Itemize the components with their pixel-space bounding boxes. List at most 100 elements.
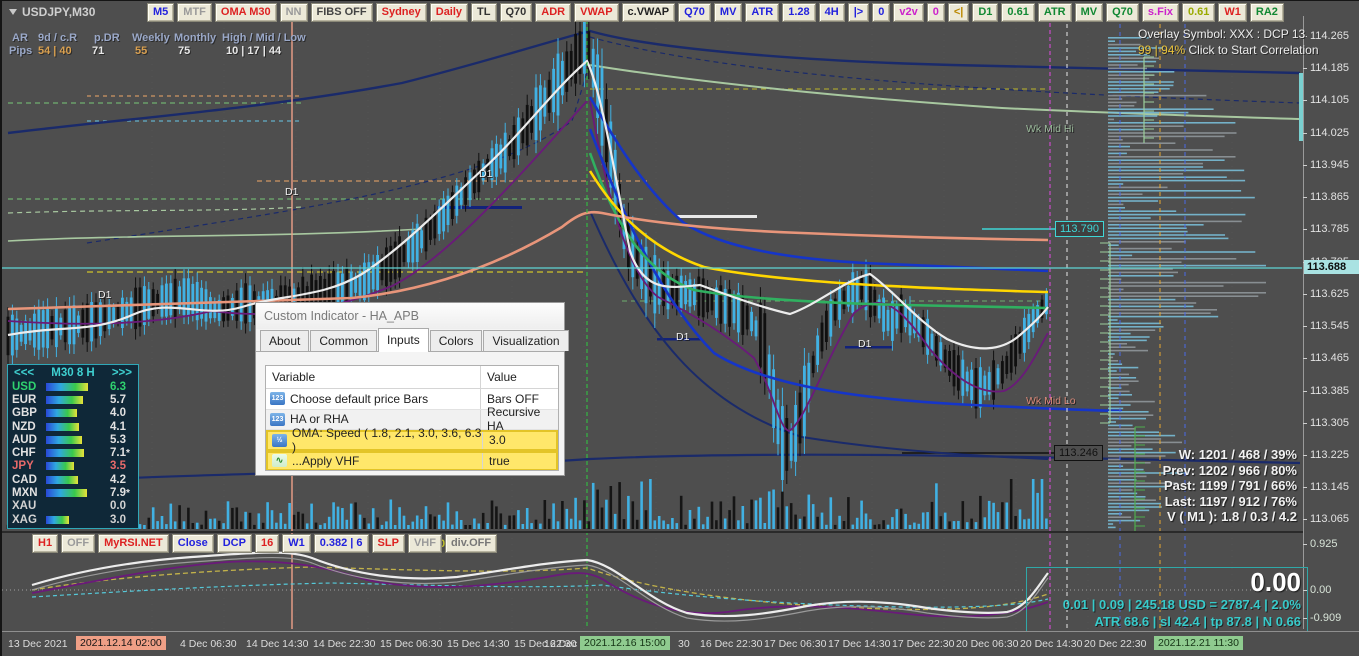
input-row-apply-vhf[interactable]: ∿ ...Apply VHF true [266, 450, 558, 470]
toolbar-button-q70[interactable]: Q70 [499, 3, 533, 22]
strength-bar [46, 382, 96, 391]
prev-period-button[interactable]: <<< [14, 367, 34, 379]
sub-toolbar-button-slp[interactable]: SLP [371, 534, 405, 553]
strength-bar [46, 489, 96, 498]
strength-value: 5.3 [110, 433, 126, 446]
toolbar-button-btn[interactable]: <| [947, 3, 970, 22]
toolbar-button-atr[interactable]: ATR [745, 3, 780, 22]
toolbar-button-w1[interactable]: W1 [1218, 3, 1247, 22]
toolbar-button-0[interactable]: 0 [872, 3, 891, 22]
toolbar-button-0[interactable]: 0 [926, 3, 945, 22]
currency-row-xag: XAG 3.0 [8, 513, 138, 526]
value-cell[interactable]: 3.0 [482, 432, 556, 449]
toolbar-button-q70[interactable]: Q70 [1106, 3, 1139, 22]
input-row-oma-speed-1-8-2-1-3-0-3-6-6-3[interactable]: ½ OMA: Speed ( 1.8, 2.1, 3.0, 3.6, 6.3 ) 3… [266, 426, 558, 454]
top-toolbar: M5 MTF OMA M30 NN FIBS OFF Sydney Daily TL Q70 AD… [147, 3, 1284, 22]
toolbar-button-oma-m30[interactable]: OMA M30 [214, 3, 277, 22]
toolbar-button-adr[interactable]: ADR [535, 3, 572, 22]
stats-line: Prev: 1202 / 966 / 80% [1162, 462, 1297, 478]
toolbar-button-1-28[interactable]: 1.28 [782, 3, 816, 22]
variable-name: ...Apply VHF [292, 453, 360, 468]
toolbar-button-s-fix[interactable]: s.Fix [1141, 3, 1179, 22]
tab-colors[interactable]: Colors [429, 330, 483, 351]
d1-level-label: D1 [98, 289, 112, 301]
strength-value: 3.0 [110, 513, 126, 526]
dialog-tabs: About Common Inputs Colors Visualization [256, 328, 569, 352]
chart-window-title[interactable]: USDJPY,M30 [9, 5, 95, 19]
price-level-upper-badge[interactable]: 113.790 [1055, 221, 1104, 237]
toolbar-button-fibs-off[interactable]: FIBS OFF [310, 3, 373, 22]
correlation-overlay[interactable]: Overlay Symbol: XXX : DCP 13 99 | 94% Cl… [1138, 26, 1319, 58]
variable-cell: 123 Choose default price Bars [266, 392, 480, 406]
col-header: 9d / c.R [38, 32, 78, 44]
strength-value: 5.7 [110, 393, 126, 406]
inputs-table-rows: 123 Choose default price Bars Bars OFF 123 H… [266, 389, 558, 470]
variable-name: HA or RHA [290, 412, 349, 427]
toolbar-button-daily[interactable]: Daily [429, 3, 469, 22]
toolbar-button-mtf[interactable]: MTF [177, 3, 212, 22]
toolbar-button-q70[interactable]: Q70 [678, 3, 711, 22]
price-level-lower-badge[interactable]: 113.246 [1054, 445, 1103, 461]
currency-row-aud: AUD 5.3 [8, 433, 138, 446]
toolbar-button-atr[interactable]: ATR [1037, 3, 1072, 22]
sub-toolbar-button-close[interactable]: Close [171, 534, 214, 553]
toolbar-button-4h[interactable]: 4H [818, 3, 845, 22]
sub-toolbar-button-h1[interactable]: H1 [32, 534, 59, 553]
tab-visualization[interactable]: Visualization [483, 330, 569, 351]
sub-toolbar-button-0-382-6[interactable]: 0.382 | 6 [313, 534, 369, 553]
tab-inputs[interactable]: Inputs [378, 328, 429, 352]
sub-toolbar-button-vhf[interactable]: VHF [407, 534, 442, 553]
toolbar-button-btn[interactable]: |> [847, 3, 870, 22]
price-scale[interactable]: 113.688 114.265 114.185 114.105 114.025 113.… [1299, 16, 1359, 629]
decimal-input-icon: ½ [272, 433, 287, 447]
tab-common[interactable]: Common [310, 330, 378, 351]
time-label-highlighted: 2021.12.14 02:00 [76, 636, 166, 650]
oscillator-tick: 0.925 [1303, 538, 1338, 550]
tab-about[interactable]: About [260, 330, 310, 351]
toolbar-button-tl[interactable]: TL [471, 3, 497, 22]
col-value: 75 [178, 45, 191, 57]
variable-name: Choose default price Bars [290, 391, 429, 406]
strength-star: * [126, 487, 130, 499]
weekly-mid-low-label: Wk Mid Lo [1026, 395, 1076, 407]
numeric-input-icon: 123 [270, 412, 285, 426]
toolbar-button-nn[interactable]: NN [279, 3, 308, 22]
price-tick: 114.105 [1303, 94, 1349, 107]
sub-toolbar-button-off[interactable]: OFF [61, 534, 96, 553]
trading-terminal-window: USDJPY,M30 M5 MTF OMA M30 NN FIBS OFF Sydney D… [0, 0, 1359, 656]
time-label: 14 Dec 22:30 [313, 638, 376, 650]
toolbar-button-sydney[interactable]: Sydney [375, 3, 427, 22]
price-tick: 113.385 [1303, 384, 1349, 397]
toolbar-button-ra2[interactable]: RA2 [1249, 3, 1284, 22]
price-tick: 113.785 [1303, 223, 1349, 236]
currency-code: XAG [12, 513, 37, 526]
toolbar-button-mv[interactable]: MV [1074, 3, 1104, 22]
toolbar-button-m5[interactable]: M5 [147, 3, 175, 22]
toolbar-button-c-vwap[interactable]: c.VWAP [621, 3, 676, 22]
dialog-title: Custom Indicator - HA_APB [256, 303, 564, 329]
currency-code: CAD [12, 473, 37, 486]
value-cell[interactable]: true [482, 452, 556, 469]
value-cell[interactable]: Recursive HA [480, 405, 558, 433]
sub-toolbar-button-w1[interactable]: W1 [282, 534, 311, 553]
toolbar-button-vwap[interactable]: VWAP [574, 3, 619, 22]
toolbar-button-v2v[interactable]: v2v [893, 3, 924, 22]
strength-value: 4.1 [110, 420, 126, 433]
time-label: 20 Dec 14:30 [1020, 638, 1083, 650]
sub-toolbar-button-myrsi-net[interactable]: MyRSI.NET [98, 534, 169, 553]
price-tick: 113.145 [1303, 481, 1349, 494]
sub-toolbar-button-16[interactable]: 16 [254, 534, 280, 553]
sub-toolbar-button-dcp[interactable]: DCP [216, 534, 252, 553]
next-period-button[interactable]: >>> [112, 367, 132, 379]
toolbar-button-mv[interactable]: MV [713, 3, 743, 22]
price-tick: 113.865 [1303, 191, 1349, 204]
time-label: 4 Dec 06:30 [180, 638, 237, 650]
stats-line: Past: 1199 / 791 / 66% [1164, 478, 1297, 493]
d1-level-label: D1 [676, 331, 690, 343]
toolbar-button-0-61[interactable]: 0.61 [1001, 3, 1035, 22]
toolbar-button-0-61[interactable]: 0.61 [1182, 3, 1216, 22]
sub-toolbar-button-div-off[interactable]: div.OFF [444, 534, 498, 553]
currency-row-cad: CAD 4.2 [8, 473, 138, 486]
time-axis[interactable]: 13 Dec 2021 2021.12.14 02:00 4 Dec 06:30 14… [2, 631, 1359, 656]
toolbar-button-d1[interactable]: D1 [972, 3, 999, 22]
